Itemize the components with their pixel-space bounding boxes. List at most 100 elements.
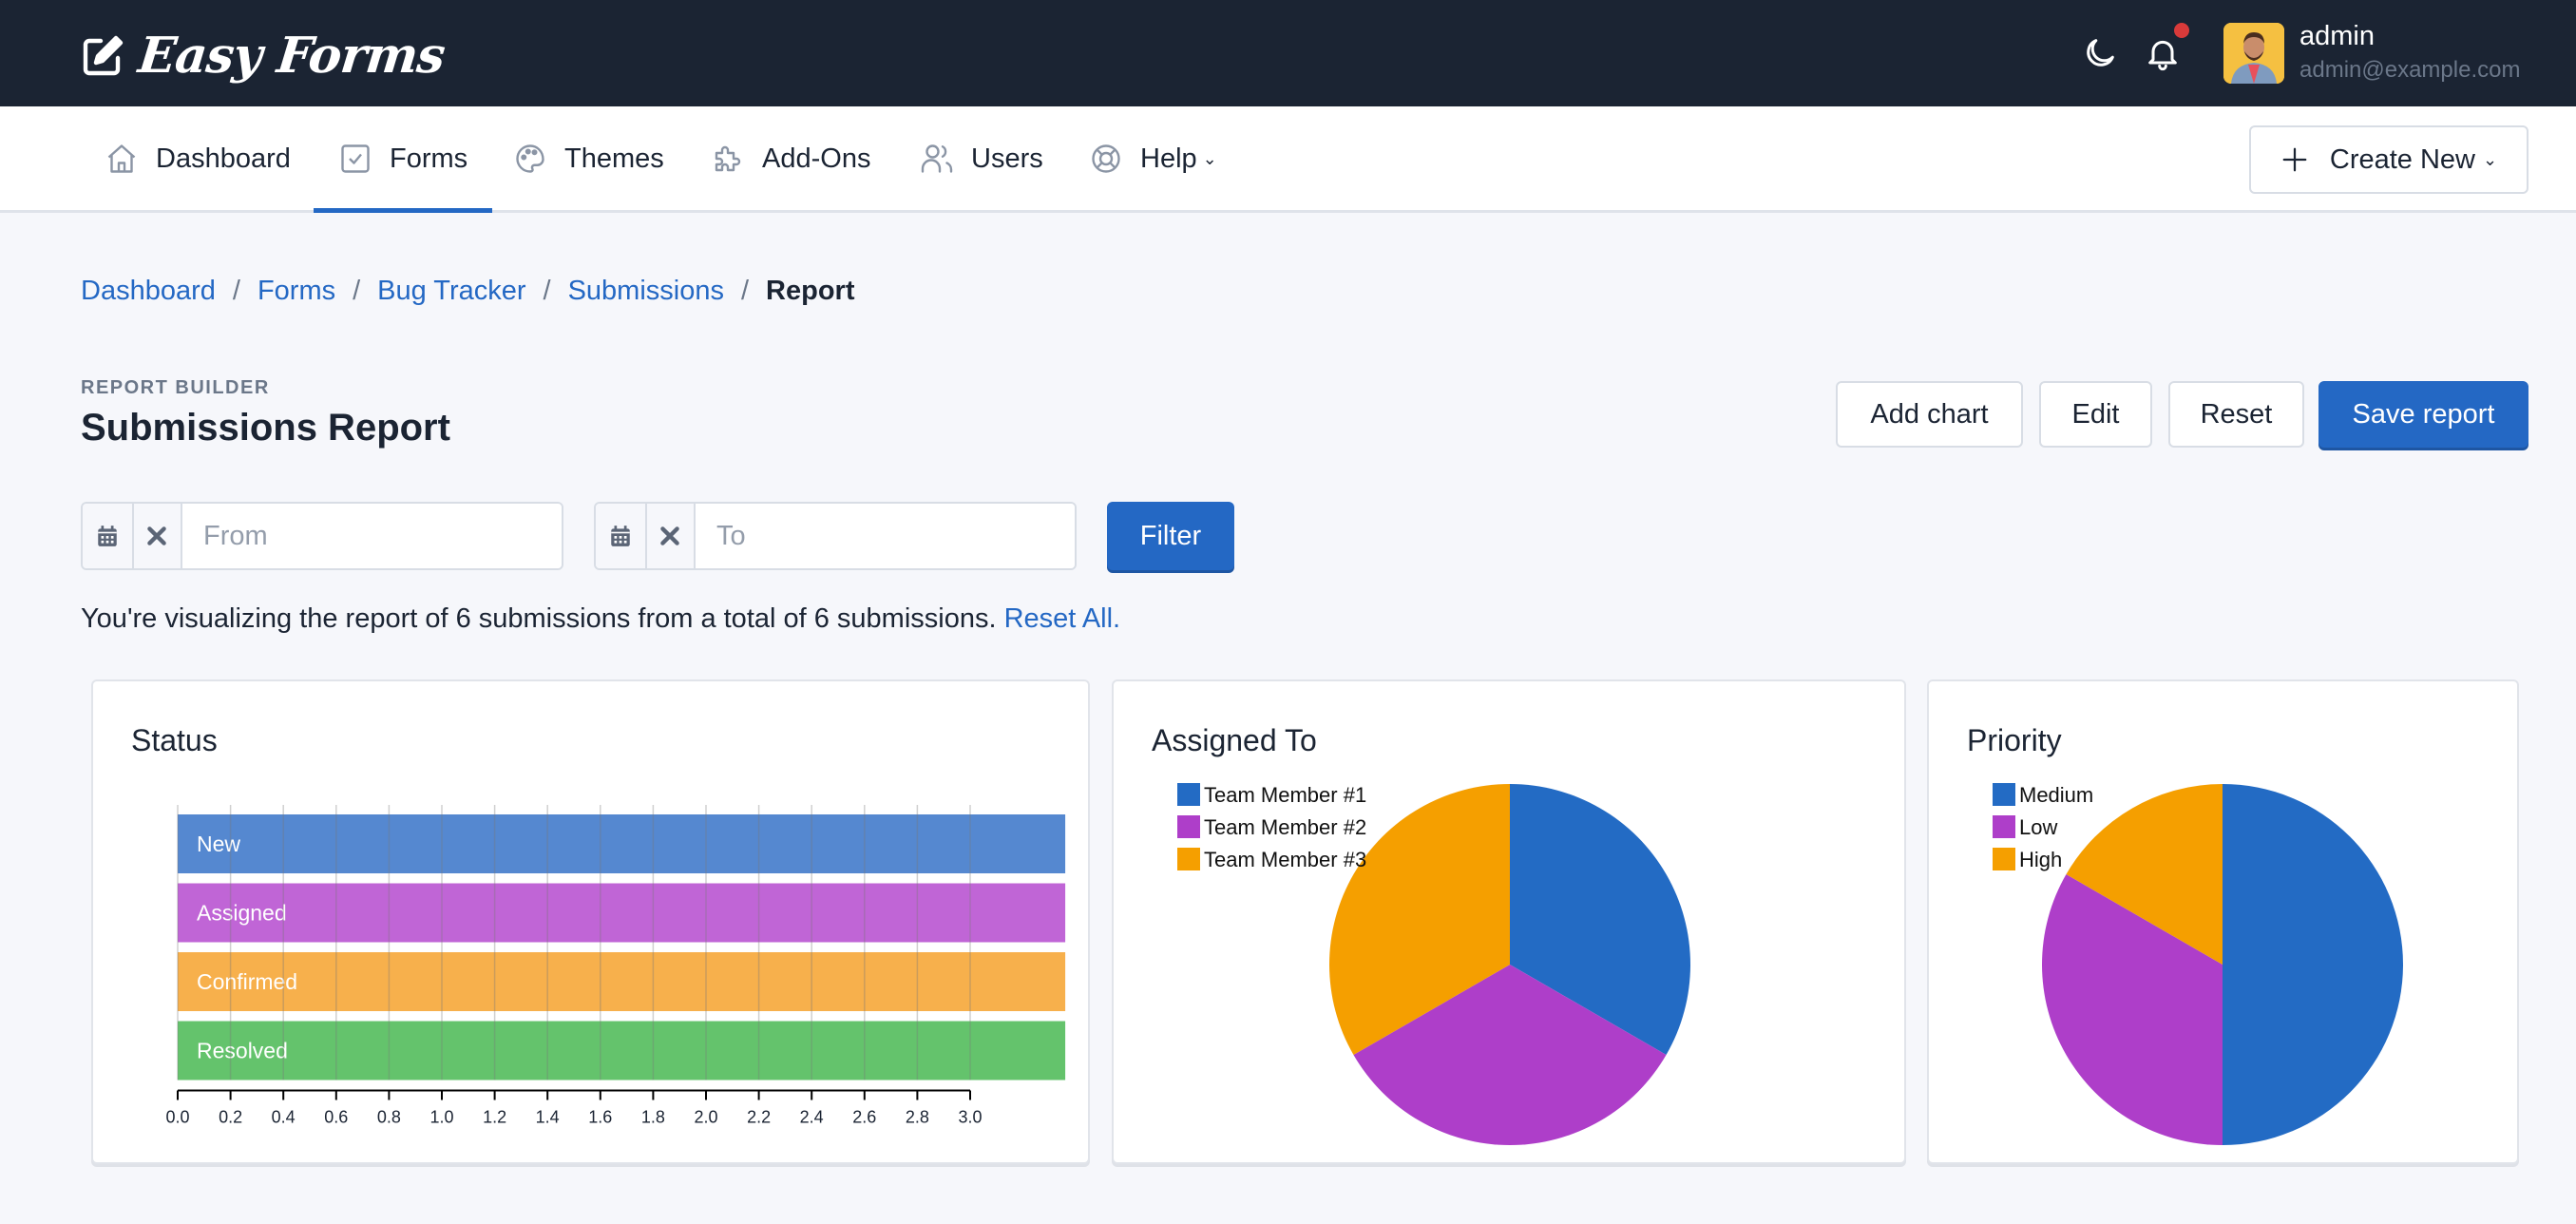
- brand-logo[interactable]: Easy Forms: [80, 27, 448, 85]
- palette-icon: [516, 144, 544, 173]
- nav-item-dashboard[interactable]: Dashboard: [105, 106, 291, 211]
- nav-label: Forms: [390, 143, 468, 174]
- breadcrumb-bug-tracker[interactable]: Bug Tracker: [377, 276, 525, 307]
- status-chart-card: Status New Assigned Confirmed Resolved 0.0 0.…: [91, 679, 1090, 1164]
- breadcrumb-separator: /: [740, 276, 750, 306]
- pie-slice-medium: [2223, 784, 2403, 1145]
- bar-label: New: [197, 832, 240, 856]
- breadcrumb-forms[interactable]: Forms: [258, 276, 335, 307]
- lifebuoy-icon: [1092, 144, 1120, 173]
- priority-chart-card: Priority Medium Low High: [1927, 679, 2519, 1164]
- nav-label: Users: [971, 143, 1043, 174]
- from-clear-button[interactable]: [133, 504, 182, 568]
- bar-label: Confirmed: [197, 969, 297, 994]
- breadcrumb: Dashboard / Forms / Bug Tracker / Submis…: [81, 276, 855, 307]
- x-tick-label: 0.0: [165, 1108, 189, 1127]
- page-eyebrow: REPORT BUILDER: [81, 377, 270, 398]
- create-new-button[interactable]: Create New ⌄: [2249, 125, 2528, 194]
- nav-label: Themes: [564, 143, 664, 174]
- nav-item-help[interactable]: Help ⌄: [1089, 106, 1217, 211]
- x-tick-label: 0.2: [219, 1108, 242, 1127]
- x-tick-label: 2.0: [694, 1108, 717, 1127]
- nav-label: Add-Ons: [762, 143, 871, 174]
- user-photo-icon: [2223, 23, 2284, 84]
- top-bar: Easy Forms admin admin@example.com: [0, 0, 2576, 106]
- bar-label: Resolved: [197, 1039, 288, 1063]
- bell-icon[interactable]: [2144, 34, 2182, 72]
- check-square-icon: [341, 144, 370, 173]
- legend-label: High: [2019, 848, 2062, 871]
- x-tick-label: 2.4: [800, 1108, 824, 1127]
- user-email: admin@example.com: [2299, 57, 2521, 83]
- status-bar-chart: New Assigned Confirmed Resolved 0.0 0.2 0.4 0.6…: [165, 805, 1066, 1127]
- breadcrumb-current: Report: [766, 276, 855, 306]
- legend-swatch: [1993, 815, 2015, 838]
- save-report-button[interactable]: Save report: [2318, 381, 2528, 448]
- report-summary-text: You're visualizing the report of 6 submi…: [81, 603, 997, 634]
- notification-badge: [2174, 23, 2189, 38]
- plus-icon: [2282, 147, 2307, 172]
- chevron-down-icon: ⌄: [1202, 148, 1217, 168]
- x-tick-label: 1.8: [641, 1108, 665, 1127]
- x-tick-label: 2.8: [906, 1108, 929, 1127]
- puzzle-icon: [715, 145, 741, 172]
- from-date-group: [81, 502, 563, 570]
- legend-label: Team Member #3: [1204, 848, 1366, 871]
- from-date-input[interactable]: [182, 504, 562, 568]
- nav-item-forms[interactable]: Forms: [313, 106, 493, 213]
- to-date-input[interactable]: [696, 504, 1075, 568]
- bar-resolved: [178, 1021, 1066, 1081]
- x-tick-label: 2.6: [852, 1108, 876, 1127]
- reset-all-link[interactable]: Reset All.: [1004, 603, 1121, 634]
- legend-label: Medium: [2019, 783, 2093, 807]
- nav-label: Dashboard: [156, 143, 291, 174]
- bar-new: [178, 814, 1066, 873]
- reset-button[interactable]: Reset: [2168, 381, 2304, 448]
- user-name[interactable]: admin: [2299, 21, 2375, 52]
- legend-swatch: [1993, 848, 2015, 870]
- bar-label: Assigned: [197, 901, 287, 926]
- edit-button[interactable]: Edit: [2039, 381, 2152, 448]
- filter-button[interactable]: Filter: [1107, 502, 1234, 570]
- x-tick-label: 1.2: [483, 1108, 506, 1127]
- x-tick-label: 0.4: [272, 1108, 296, 1127]
- legend-swatch: [1177, 815, 1200, 838]
- x-tick-label: 1.6: [588, 1108, 612, 1127]
- x-tick-label: 3.0: [958, 1108, 982, 1127]
- add-chart-button[interactable]: Add chart: [1836, 381, 2023, 448]
- nav-item-themes[interactable]: Themes: [513, 106, 664, 211]
- moon-icon[interactable]: [2081, 34, 2119, 72]
- page-title: Submissions Report: [81, 407, 450, 449]
- avatar[interactable]: [2223, 23, 2284, 84]
- legend-label: Team Member #2: [1204, 815, 1366, 839]
- bar-assigned: [178, 883, 1066, 943]
- legend-swatch: [1177, 783, 1200, 806]
- main-nav: Dashboard Forms Themes Add-Ons Users Hel…: [0, 106, 2576, 213]
- legend-label: Team Member #1: [1204, 783, 1366, 807]
- close-icon: [147, 526, 167, 545]
- edit-form-icon: [83, 35, 124, 75]
- calendar-icon: [611, 526, 630, 546]
- breadcrumb-submissions[interactable]: Submissions: [568, 276, 724, 307]
- breadcrumb-dashboard[interactable]: Dashboard: [81, 276, 216, 307]
- legend-swatch: [1993, 783, 2015, 806]
- to-date-group: [594, 502, 1077, 570]
- legend-swatch: [1177, 848, 1200, 870]
- from-calendar-button[interactable]: [83, 504, 134, 568]
- assigned-to-chart-card: Assigned To Team Member #1 Team Member #2…: [1112, 679, 1906, 1164]
- x-tick-label: 0.8: [377, 1108, 401, 1127]
- to-calendar-button[interactable]: [596, 504, 647, 568]
- breadcrumb-separator: /: [232, 276, 240, 306]
- nav-item-add-ons[interactable]: Add-Ons: [711, 106, 870, 211]
- x-tick-label: 1.0: [429, 1108, 453, 1127]
- brand-name: Easy Forms: [135, 27, 448, 85]
- x-tick-label: 2.2: [747, 1108, 771, 1127]
- close-icon: [660, 526, 680, 545]
- to-clear-button[interactable]: [646, 504, 696, 568]
- chevron-down-icon: ⌄: [2483, 149, 2498, 169]
- nav-item-users[interactable]: Users: [920, 106, 1043, 211]
- bar-confirmed: [178, 952, 1066, 1011]
- x-tick-label: 1.4: [536, 1108, 560, 1127]
- assigned-to-pie-chart: Team Member #1 Team Member #2 Team Member …: [1177, 783, 1690, 1145]
- x-tick-label: 0.6: [324, 1108, 348, 1127]
